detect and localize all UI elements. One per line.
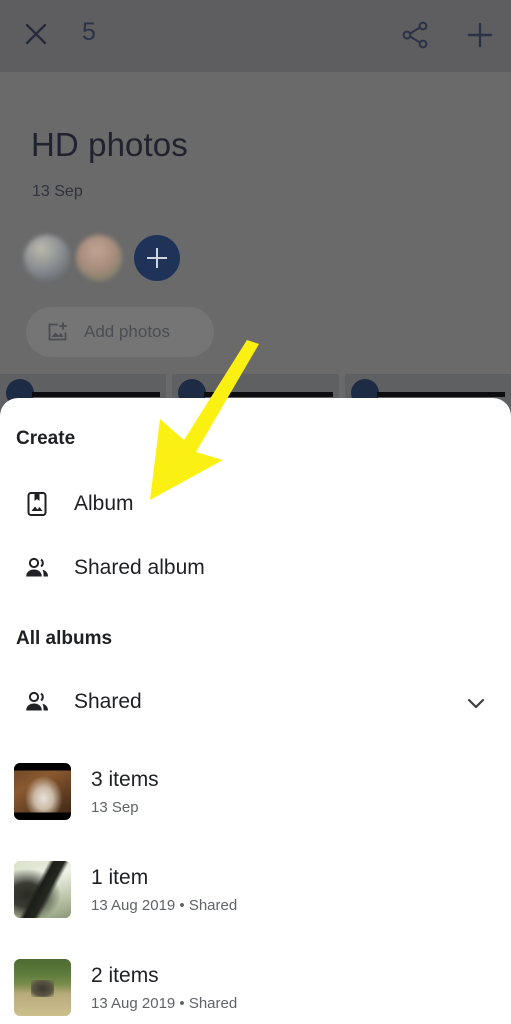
album-list-item[interactable]: 3 items 13 Sep: [0, 742, 511, 840]
add-image-icon: [46, 320, 70, 344]
album-thumbnail: [14, 762, 71, 820]
top-app-bar: 5: [0, 0, 511, 72]
album-list-item[interactable]: 1 item 13 Aug 2019 • Shared: [0, 840, 511, 938]
album-item-subtitle: 13 Aug 2019 • Shared: [91, 994, 238, 1012]
album-list-item[interactable]: 2 items 13 Aug 2019 • Shared: [0, 938, 511, 1024]
chevron-down-icon[interactable]: [463, 690, 489, 716]
selection-count: 5: [82, 18, 97, 46]
avatar-group: [24, 235, 180, 281]
album-item-text: 3 items 13 Sep: [91, 766, 159, 815]
photo-album-icon: [0, 490, 74, 518]
create-album-label: Album: [74, 492, 134, 515]
close-icon[interactable]: [18, 16, 54, 52]
add-photos-button[interactable]: Add photos: [26, 307, 214, 357]
album-item-count: 2 items: [91, 964, 159, 988]
create-album-row[interactable]: Album: [0, 472, 511, 536]
avatar[interactable]: [24, 235, 70, 281]
album-thumbnail: [14, 958, 71, 1016]
bottom-sheet: Create Album Shared album All albums Sha…: [0, 398, 511, 1024]
album-item-text: 1 item 13 Aug 2019 • Shared: [91, 864, 237, 913]
page-title: HD photos: [31, 126, 188, 163]
album-item-count: 1 item: [91, 866, 149, 890]
person-add-icon[interactable]: [134, 235, 180, 281]
add-photos-label: Add photos: [84, 322, 171, 341]
photo-card-bar: [376, 392, 505, 397]
album-item-subtitle: 13 Sep: [91, 798, 139, 816]
shared-group-label: Shared: [74, 690, 142, 713]
people-icon: [0, 554, 74, 582]
album-item-text: 2 items 13 Aug 2019 • Shared: [91, 962, 237, 1011]
create-section-header: Create: [16, 428, 76, 449]
album-date: 13 Sep: [32, 183, 83, 200]
album-item-subtitle: 13 Aug 2019 • Shared: [91, 896, 238, 914]
photo-card-bar: [32, 392, 161, 397]
shared-group-row[interactable]: Shared: [0, 670, 511, 734]
avatar[interactable]: [76, 235, 122, 281]
create-shared-album-row[interactable]: Shared album: [0, 536, 511, 600]
all-albums-section-header: All albums: [16, 628, 113, 649]
people-icon: [0, 688, 74, 716]
photo-card-bar: [204, 392, 333, 397]
album-thumbnail: [14, 860, 71, 918]
album-item-count: 3 items: [91, 768, 159, 792]
create-shared-album-label: Shared album: [74, 556, 205, 579]
share-icon[interactable]: [396, 16, 434, 54]
screen-root: 5 HD photos 13 Sep Add photos Create Alb…: [0, 0, 511, 1024]
plus-icon[interactable]: [461, 16, 499, 54]
